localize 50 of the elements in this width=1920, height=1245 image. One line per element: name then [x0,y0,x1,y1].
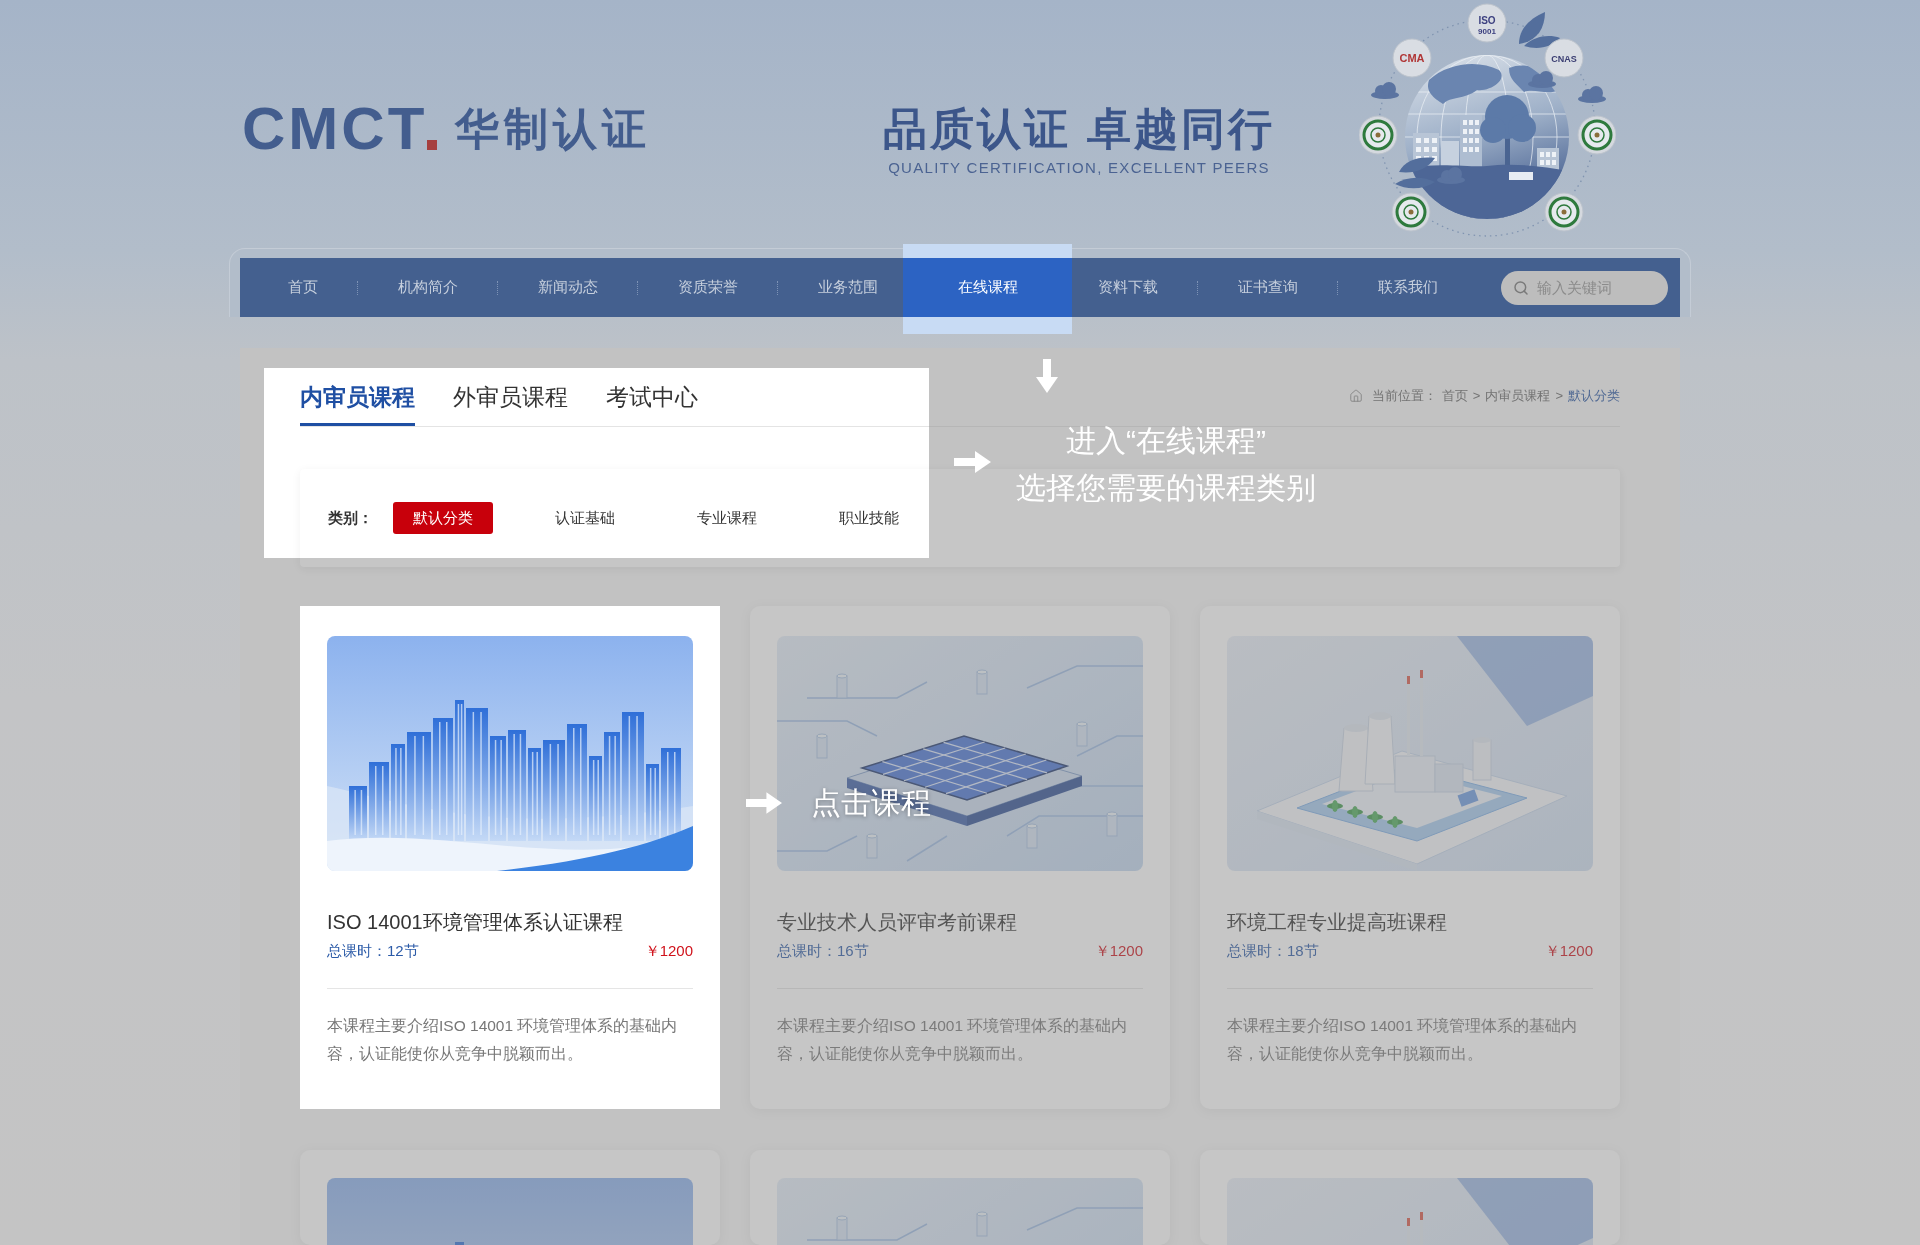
course-card[interactable] [300,1150,720,1245]
search-icon [1513,279,1529,296]
breadcrumb-separator: > [1555,386,1563,405]
course-description: 本课程主要介绍ISO 14001 环境管理体系的基础内容，认证能使你从竞争中脱颖而出。 [1227,1016,1579,1064]
guide-text: 选择您需要的课程类别 [1016,470,1316,506]
category-option[interactable]: 职业技能 [819,502,919,534]
nav-link[interactable]: 资料下载 [1072,258,1197,317]
course-title[interactable]: ISO 14001环境管理体系认证课程 [327,908,693,936]
breadcrumb-separator: > [1472,386,1481,405]
nav-link[interactable]: 机构简介 [358,258,497,317]
down-arrow-icon [1036,359,1058,393]
nav-link[interactable]: 资质荣誉 [638,258,777,317]
course-hours: 总课时：18节 [1227,941,1319,961]
course-hours: 总课时：12节 [327,941,419,961]
nav-link[interactable]: 证书查询 [1198,258,1337,317]
breadcrumb-label: 当前位置： [1371,386,1437,405]
right-arrow-icon [746,792,782,814]
course-price: ￥1200 [644,941,693,961]
home-icon [1348,388,1363,403]
breadcrumb-link[interactable]: 内审员课程 [1485,385,1551,406]
course-hours: 总课时：16节 [777,941,869,961]
breadcrumb-link[interactable]: 首页 [1441,385,1468,406]
nav-link[interactable]: 联系我们 [1338,258,1477,317]
guide-text: 进入“在线课程” [1066,423,1266,459]
category-option[interactable]: 认证基础 [535,502,635,534]
course-card[interactable]: 环境工程专业提高班课程 总课时：18节 ￥1200 本课程主要介绍ISO 14001 环境管理体系的基础内容，认证能使你从竞争中脱颖而出。 [1200,606,1620,1109]
course-card[interactable] [1200,1150,1620,1245]
nav-link[interactable]: 业务范围 [778,258,903,317]
nav-link[interactable]: 在线课程 [903,258,1072,317]
breadcrumb-link[interactable]: 默认分类 [1568,385,1620,406]
course-description: 本课程主要介绍ISO 14001 环境管理体系的基础内容，认证能使你从竞争中脱颖而出。 [777,1016,1129,1064]
course-title[interactable]: 环境工程专业提高班课程 [1227,908,1593,936]
nav-link[interactable]: 新闻动态 [498,258,637,317]
course-card[interactable]: ISO 14001环境管理体系认证课程 总课时：12节 ￥1200 本课程主要介绍ISO 14001 环境管理体系的基础内容，认证能使你从竞争中脱颖而出。 [300,606,720,1109]
right-arrow-icon [954,451,991,473]
course-price: ￥1200 [1544,941,1593,961]
tab[interactable]: 外审员课程 [453,368,568,426]
category-option[interactable]: 默认分类 [393,502,493,534]
course-description: 本课程主要介绍ISO 14001 环境管理体系的基础内容，认证能使你从竞争中脱颖而出。 [327,1016,679,1064]
nav-link[interactable]: 首页 [248,258,357,317]
logo-text: CMCT [242,106,428,152]
category-option[interactable]: 专业课程 [677,502,777,534]
course-price: ￥1200 [1094,941,1143,961]
slogan-subtitle: QUALITY CERTIFICATION, EXCELLENT PEERS [888,159,1270,177]
tab[interactable]: 考试中心 [606,368,698,426]
course-card[interactable] [750,1150,1170,1245]
course-title[interactable]: 专业技术人员评审考前课程 [777,908,1143,936]
logo-name: 华制认证 [455,106,652,152]
slogan: 品质认证 卓越同行 [883,103,1275,155]
category-label: 类别： [328,507,374,528]
